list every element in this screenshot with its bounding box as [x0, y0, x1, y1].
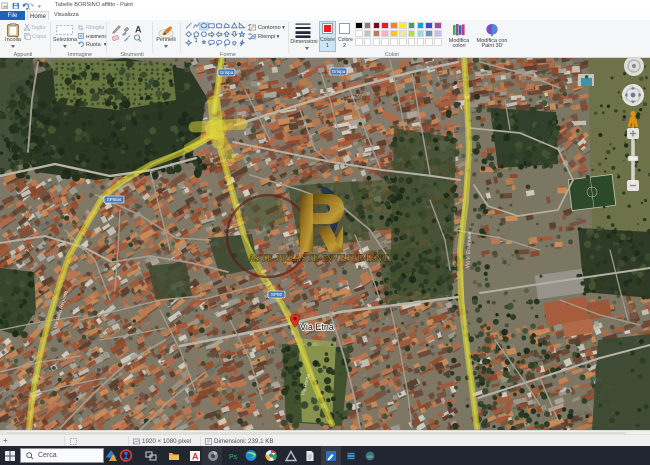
svg-text:Grispa: Grispa — [332, 69, 346, 74]
svg-text:Ps: Ps — [229, 454, 238, 461]
svg-text:Via Etna: Via Etna — [300, 322, 334, 332]
svg-text:Grispa: Grispa — [220, 70, 234, 75]
svg-text:ASTE-PREASTE-INVESTIMENTI: ASTE-PREASTE-INVESTIMENTI — [248, 254, 391, 264]
svg-text:A: A — [135, 25, 142, 35]
svg-text:A: A — [192, 451, 199, 461]
svg-text:SP6bis: SP6bis — [107, 197, 122, 202]
svg-text:SP92: SP92 — [271, 292, 283, 297]
